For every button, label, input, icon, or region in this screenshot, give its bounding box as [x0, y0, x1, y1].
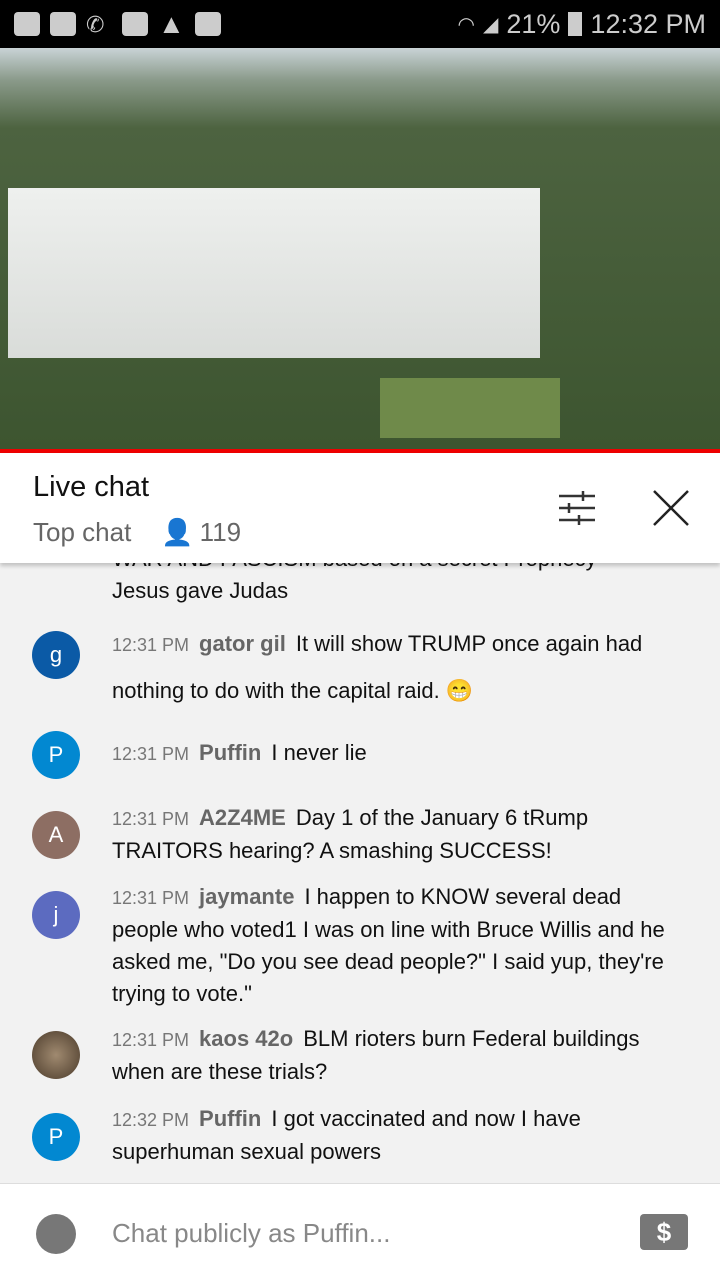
live-chat-header: Live chat Top chat 👤 119 [0, 453, 720, 563]
person-icon: 👤 [161, 517, 194, 547]
video-player[interactable] [0, 48, 720, 449]
message-author[interactable]: gator gil [199, 631, 286, 656]
message-time: 12:31 PM [112, 1030, 190, 1050]
close-button[interactable] [646, 483, 696, 533]
message-author[interactable]: jaymante [199, 884, 294, 909]
avatar[interactable]: P [32, 1113, 80, 1161]
avatar[interactable] [32, 1031, 80, 1079]
chat-mode-selector[interactable]: Top chat [33, 517, 131, 548]
missed-call-icon: ✆ [86, 12, 105, 37]
message-time: 12:31 PM [112, 635, 190, 655]
avatar[interactable]: P [32, 731, 80, 779]
filter-button[interactable] [552, 483, 602, 533]
message-time: 12:31 PM [112, 744, 190, 764]
avatar[interactable]: A [32, 811, 80, 859]
message-time: 12:31 PM [112, 888, 190, 908]
close-icon [653, 490, 689, 526]
video-frame-building [8, 188, 540, 358]
message-text: It will show TRUMP once again had nothin… [112, 631, 643, 703]
chat-input[interactable]: Chat publicly as Puffin... [112, 1218, 390, 1249]
message-text: WAR AND FASCISM based on a secret Prophe… [112, 563, 597, 603]
status-bar: ✆ ▲ ◠ ◢ 21% 12:32 PM [0, 0, 720, 48]
clock: 12:32 PM [590, 8, 706, 39]
battery-percent: 21% [506, 8, 561, 39]
folder-icon [122, 12, 148, 36]
message-author[interactable]: kaos 42o [199, 1026, 293, 1051]
message-text: I happen to KNOW several dead people who… [112, 884, 665, 1006]
message-author[interactable]: A2Z4ME [199, 805, 286, 830]
chat-input-bar: Chat publicly as Puffin... $ [0, 1183, 720, 1280]
warning-icon: ▲ [158, 8, 185, 39]
message-time: 12:32 PM [112, 1110, 190, 1130]
video-frame-lawn [380, 378, 560, 438]
signal-icon: ◢ [482, 13, 499, 36]
filter-icon [559, 491, 595, 525]
viewer-count: 119 [199, 517, 242, 547]
youtube-icon [50, 12, 76, 36]
live-chat-title: Live chat [33, 471, 150, 503]
avatar[interactable]: g [32, 631, 80, 679]
image-icon [194, 12, 221, 36]
chat-messages[interactable]: WAR AND FASCISM based on a secret Prophe… [0, 563, 720, 1183]
message-time: 12:31 PM [112, 809, 190, 829]
message-author[interactable]: Puffin [199, 1106, 261, 1131]
message-text: I never lie [271, 740, 367, 765]
message-author[interactable]: Puffin [199, 740, 261, 765]
super-chat-icon[interactable]: $ [640, 1214, 688, 1250]
avatar[interactable]: j [32, 891, 80, 939]
app-icon [14, 12, 40, 36]
emoji-icon[interactable] [36, 1214, 76, 1254]
message-text: BLM rioters burn Federal buildings when … [112, 1026, 640, 1084]
battery-icon [568, 12, 583, 36]
wifi-icon: ◠ [457, 13, 475, 36]
